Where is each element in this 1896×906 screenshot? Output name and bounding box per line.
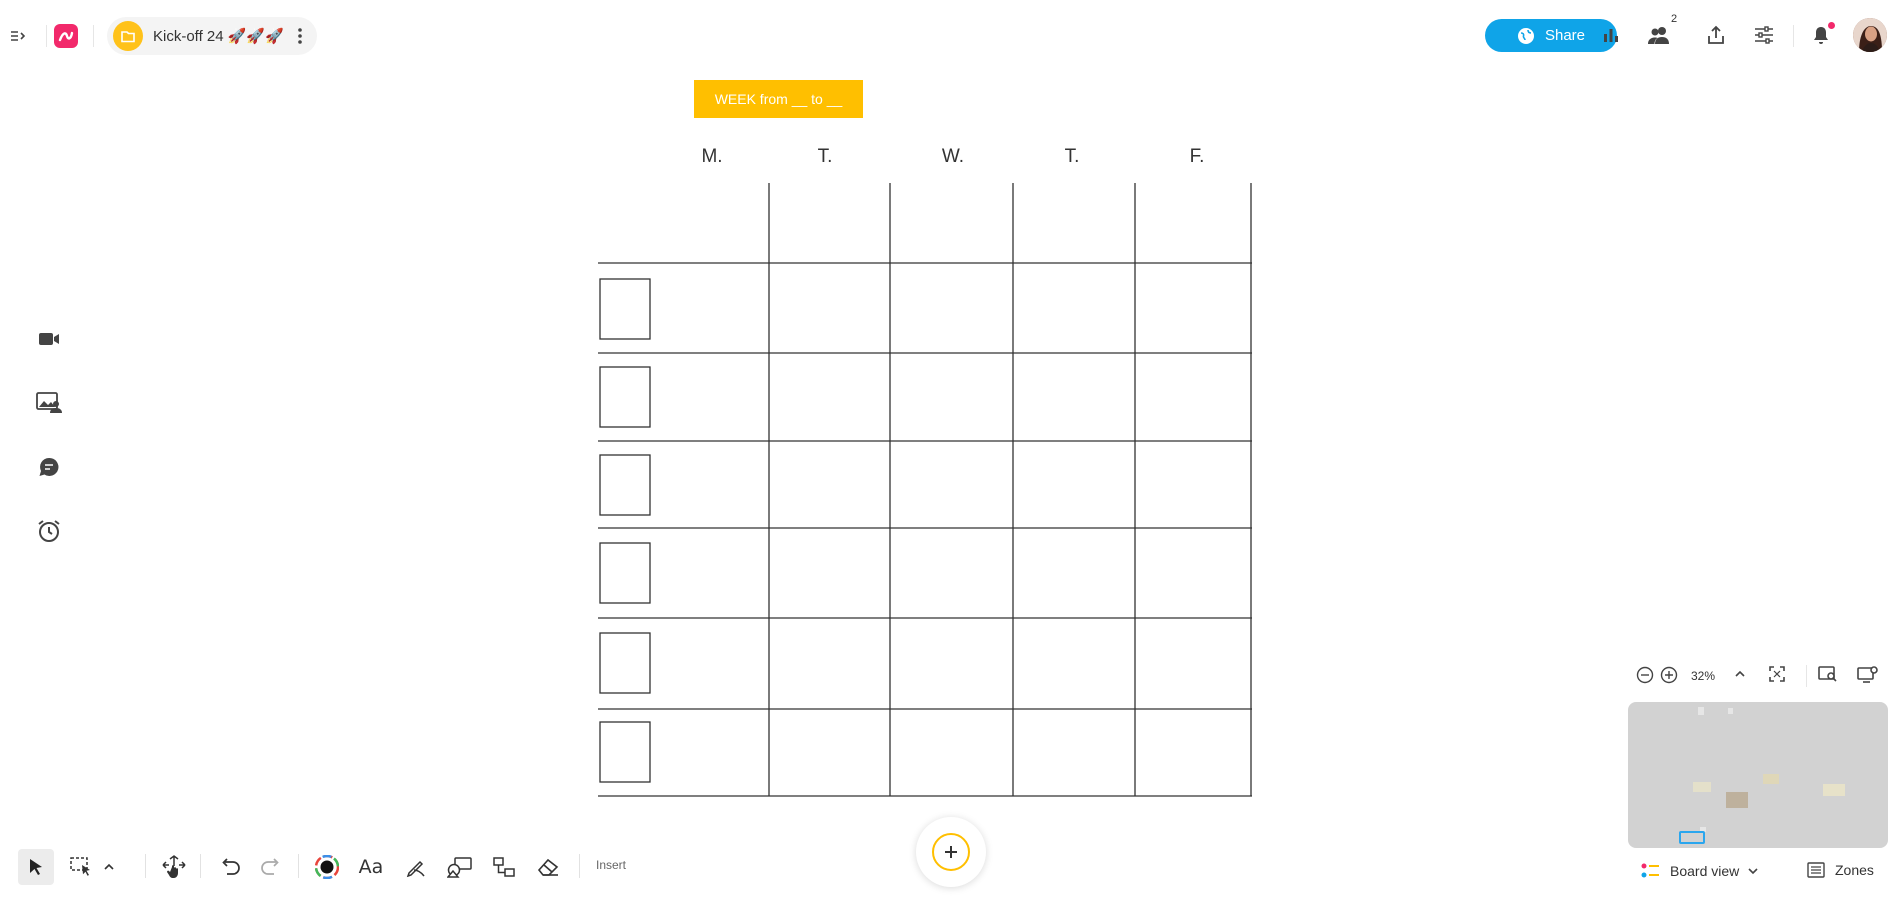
connector-icon: [493, 857, 515, 877]
upload-icon: [1708, 25, 1724, 44]
analytics-button[interactable]: [1597, 21, 1625, 49]
hand-move-icon: [162, 855, 186, 878]
divider: [579, 854, 580, 878]
settings-button[interactable]: [1750, 21, 1778, 49]
text-aa-icon: Aa: [358, 856, 384, 878]
fit-to-screen-button[interactable]: [1768, 665, 1786, 683]
week-grid[interactable]: [598, 183, 1254, 800]
collapse-sidebar-button[interactable]: [6, 24, 30, 48]
bar-chart-icon: [1604, 29, 1618, 42]
board-title: Kick-off 24 🚀🚀🚀: [153, 28, 284, 45]
divider: [46, 25, 47, 47]
color-wheel-icon: [315, 855, 339, 879]
chat-bubble-icon: [39, 457, 59, 476]
list-icon: [1807, 862, 1825, 878]
board-view-label: Board view: [1670, 863, 1740, 879]
color-picker-tool[interactable]: [309, 849, 345, 885]
undo-button[interactable]: [212, 849, 248, 885]
presentation-settings-button[interactable]: [1857, 665, 1879, 683]
undo-icon: [222, 858, 240, 875]
cursor-arrow-icon: [30, 859, 42, 875]
zoom-in-button[interactable]: [1660, 666, 1678, 684]
participants-button[interactable]: [1645, 21, 1673, 49]
chevron-down-icon: [1748, 868, 1758, 875]
fullscreen-icon: [1769, 666, 1785, 682]
more-options-icon[interactable]: [293, 28, 307, 44]
divider: [145, 854, 146, 878]
day-label-friday: F.: [1189, 146, 1205, 167]
minimap-viewport[interactable]: [1679, 831, 1705, 844]
select-tool[interactable]: [18, 849, 54, 885]
logo-icon: [58, 31, 74, 42]
minimap[interactable]: [1628, 702, 1888, 848]
timer-button[interactable]: [34, 516, 64, 546]
sliders-icon: [1755, 26, 1773, 44]
plus-icon: [932, 833, 970, 871]
share-label: Share: [1544, 27, 1586, 44]
minimap-content: [1693, 707, 1845, 832]
week-banner[interactable]: WEEK from __ to __: [694, 80, 863, 118]
video-camera-icon: [39, 333, 59, 345]
users-icon: [1648, 27, 1669, 44]
pan-tool[interactable]: [156, 849, 192, 885]
zoom-level[interactable]: 32%: [1691, 669, 1715, 683]
board-view-dropdown[interactable]: Board view: [1640, 862, 1759, 880]
folder-icon: [113, 21, 143, 51]
redo-icon: [261, 858, 279, 875]
marquee-select-icon: [70, 857, 90, 876]
day-label-tuesday: T.: [817, 146, 833, 167]
eraser-tool[interactable]: [530, 849, 566, 885]
zones-button[interactable]: Zones: [1807, 862, 1874, 878]
plus-circle-icon: [1660, 666, 1678, 684]
shapes-tool[interactable]: [442, 849, 478, 885]
pen-tool[interactable]: [398, 849, 434, 885]
shapes-icon: [447, 857, 472, 878]
image-search-button[interactable]: [34, 388, 64, 418]
board-title-pill[interactable]: Kick-off 24 🚀🚀🚀: [107, 17, 317, 55]
minus-circle-icon: [1636, 666, 1654, 684]
divider: [93, 25, 94, 47]
text-tool[interactable]: Aa: [353, 849, 389, 885]
timer-icon: [38, 520, 60, 542]
export-button[interactable]: [1702, 21, 1730, 49]
day-label-thursday: T.: [1064, 146, 1080, 167]
eraser-icon: [537, 858, 559, 876]
app-logo[interactable]: [54, 24, 78, 48]
image-person-icon: [36, 392, 62, 413]
pen-squiggle-icon: [406, 860, 425, 878]
participants-count: 2: [1671, 13, 1678, 25]
divider: [200, 854, 201, 878]
insert-button[interactable]: Insert: [596, 858, 626, 872]
screen-gear-icon: [1857, 666, 1878, 683]
user-avatar[interactable]: [1853, 18, 1887, 52]
bell-icon: [1814, 27, 1828, 44]
connector-tool[interactable]: [486, 849, 522, 885]
globe-icon: [1517, 27, 1534, 44]
add-content-button[interactable]: [916, 817, 986, 887]
screen-search-icon: [1818, 666, 1837, 682]
zoom-out-button[interactable]: [1636, 666, 1654, 684]
chevron-up-icon: [1735, 670, 1745, 677]
find-on-board-button[interactable]: [1818, 665, 1838, 683]
select-options-toggle[interactable]: [99, 849, 119, 885]
chevron-up-icon: [104, 863, 114, 870]
day-label-wednesday: W.: [941, 146, 965, 167]
chat-button[interactable]: [34, 452, 64, 482]
divider: [298, 854, 299, 878]
collapse-sidebar-icon: [11, 31, 26, 41]
zoom-menu-toggle[interactable]: [1733, 667, 1747, 681]
day-label-monday: M.: [701, 146, 723, 167]
zones-label: Zones: [1835, 862, 1874, 878]
redo-button[interactable]: [253, 849, 289, 885]
video-button[interactable]: [34, 324, 64, 354]
notification-badge: [1828, 22, 1835, 29]
divider: [1806, 665, 1807, 687]
board-view-icon: [1641, 863, 1659, 878]
area-select-tool[interactable]: [63, 849, 99, 885]
divider: [1793, 25, 1794, 47]
